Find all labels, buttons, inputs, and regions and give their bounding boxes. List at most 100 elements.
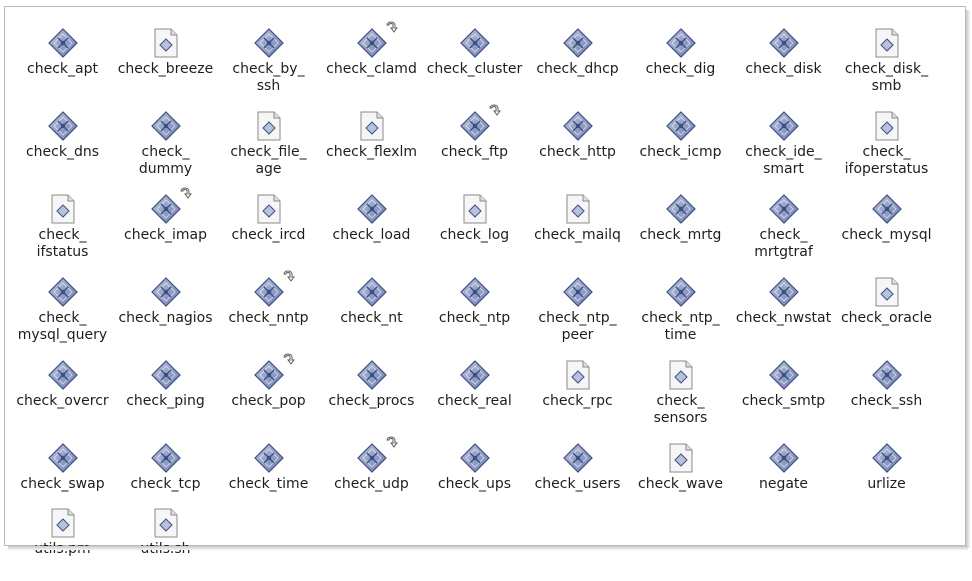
executable-file-icon xyxy=(47,276,79,308)
executable-file-icon xyxy=(562,27,594,59)
file-item-check-file-age[interactable]: check_file_ age xyxy=(217,104,320,184)
file-item-check-apt[interactable]: check_apt xyxy=(11,21,114,101)
file-item-check-disk-smb[interactable]: check_disk_ smb xyxy=(835,21,938,101)
file-item-check-nt[interactable]: check_nt xyxy=(320,270,423,350)
executable-file-icon xyxy=(459,442,491,474)
symlink-arrow-icon xyxy=(178,185,192,199)
file-name-label: check_oracle xyxy=(840,310,933,326)
executable-file-icon xyxy=(562,442,594,474)
executable-file-icon xyxy=(356,436,398,474)
file-name-label: check_ups xyxy=(437,476,512,492)
file-item-check-nntp[interactable]: check_nntp xyxy=(217,270,320,350)
file-name-label: check_ dummy xyxy=(138,144,193,177)
file-name-label: check_ ifstatus xyxy=(36,227,89,260)
file-name-label: check_ mrtgtraf xyxy=(754,227,813,260)
file-item-check-icmp[interactable]: check_icmp xyxy=(629,104,732,184)
executable-file-icon xyxy=(871,359,903,391)
file-item-check-breeze[interactable]: check_breeze xyxy=(114,21,217,101)
file-name-label: check_mysql xyxy=(841,227,932,243)
file-item-check-udp[interactable]: check_udp xyxy=(320,436,423,516)
file-item-check-mrtgtraf[interactable]: check_ mrtgtraf xyxy=(732,187,835,267)
text-file-icon xyxy=(562,193,594,225)
file-name-label: check_ircd xyxy=(231,227,306,243)
file-item-check-rpc[interactable]: check_rpc xyxy=(526,353,629,433)
text-file-icon xyxy=(665,359,697,391)
file-item-check-cluster[interactable]: check_cluster xyxy=(423,21,526,101)
file-name-label: check_time xyxy=(228,476,309,492)
file-item-check-ftp[interactable]: check_ftp xyxy=(423,104,526,184)
file-item-check-real[interactable]: check_real xyxy=(423,353,526,433)
file-name-label: check_ntp_ peer xyxy=(538,310,617,343)
file-item-check-ide-smart[interactable]: check_ide_ smart xyxy=(732,104,835,184)
executable-file-icon xyxy=(356,193,388,225)
file-item-check-wave[interactable]: check_wave xyxy=(629,436,732,516)
file-item-utils-pm[interactable]: utils.pm xyxy=(11,501,114,581)
executable-file-icon xyxy=(356,359,388,391)
file-item-check-procs[interactable]: check_procs xyxy=(320,353,423,433)
file-name-label: check_nntp xyxy=(228,310,309,326)
file-item-check-nwstat[interactable]: check_nwstat xyxy=(732,270,835,350)
file-name-label: check_swap xyxy=(20,476,105,492)
file-item-check-mailq[interactable]: check_mailq xyxy=(526,187,629,267)
file-name-label: check_icmp xyxy=(639,144,722,160)
file-item-check-pop[interactable]: check_pop xyxy=(217,353,320,433)
file-item-check-nagios[interactable]: check_nagios xyxy=(114,270,217,350)
executable-file-icon xyxy=(665,27,697,59)
file-name-label: check_ntp_ time xyxy=(641,310,720,343)
file-item-check-overcr[interactable]: check_overcr xyxy=(11,353,114,433)
executable-file-icon xyxy=(459,27,491,59)
text-file-icon xyxy=(47,193,79,225)
file-name-label: check_mailq xyxy=(534,227,621,243)
file-name-label: check_by_ ssh xyxy=(232,61,305,94)
file-item-check-clamd[interactable]: check_clamd xyxy=(320,21,423,101)
file-item-check-ssh[interactable]: check_ssh xyxy=(835,353,938,433)
icon-grid: check_apt check_breeze check_by_ ssh check_… xyxy=(11,21,941,557)
symlink-arrow-icon xyxy=(281,268,295,282)
file-item-check-mysql-query[interactable]: check_ mysql_query xyxy=(11,270,114,350)
text-file-icon xyxy=(253,110,285,142)
file-item-check-users[interactable]: check_users xyxy=(526,436,629,516)
file-item-check-load[interactable]: check_load xyxy=(320,187,423,267)
file-item-check-ifoperstatus[interactable]: check_ ifoperstatus xyxy=(835,104,938,184)
file-item-check-imap[interactable]: check_imap xyxy=(114,187,217,267)
file-item-check-ircd[interactable]: check_ircd xyxy=(217,187,320,267)
file-item-check-ifstatus[interactable]: check_ ifstatus xyxy=(11,187,114,267)
file-item-check-time[interactable]: check_time xyxy=(217,436,320,516)
file-item-check-disk[interactable]: check_disk xyxy=(732,21,835,101)
file-item-check-mrtg[interactable]: check_mrtg xyxy=(629,187,732,267)
file-item-check-ntp-peer[interactable]: check_ntp_ peer xyxy=(526,270,629,350)
file-item-urlize[interactable]: urlize xyxy=(835,436,938,516)
file-item-check-by-ssh[interactable]: check_by_ ssh xyxy=(217,21,320,101)
executable-file-icon xyxy=(665,276,697,308)
file-item-check-mysql[interactable]: check_mysql xyxy=(835,187,938,267)
file-name-label: check_dhcp xyxy=(536,61,619,77)
executable-file-icon xyxy=(768,110,800,142)
text-file-icon xyxy=(665,442,697,474)
file-item-check-ntp[interactable]: check_ntp xyxy=(423,270,526,350)
file-item-check-dns[interactable]: check_dns xyxy=(11,104,114,184)
file-item-check-dhcp[interactable]: check_dhcp xyxy=(526,21,629,101)
file-item-check-http[interactable]: check_http xyxy=(526,104,629,184)
file-item-check-oracle[interactable]: check_oracle xyxy=(835,270,938,350)
file-item-check-ping[interactable]: check_ping xyxy=(114,353,217,433)
file-item-check-sensors[interactable]: check_ sensors xyxy=(629,353,732,433)
file-item-check-dummy[interactable]: check_ dummy xyxy=(114,104,217,184)
file-item-check-smtp[interactable]: check_smtp xyxy=(732,353,835,433)
file-item-check-ntp-time[interactable]: check_ntp_ time xyxy=(629,270,732,350)
file-item-check-ups[interactable]: check_ups xyxy=(423,436,526,516)
executable-file-icon xyxy=(356,21,398,59)
file-name-label: check_ ifoperstatus xyxy=(844,144,929,177)
file-name-label: check_clamd xyxy=(326,61,417,77)
file-item-negate[interactable]: negate xyxy=(732,436,835,516)
file-item-check-dig[interactable]: check_dig xyxy=(629,21,732,101)
file-name-label: check_ntp xyxy=(438,310,511,326)
file-name-label: check_load xyxy=(332,227,411,243)
file-name-label: check_mrtg xyxy=(639,227,722,243)
file-name-label: check_tcp xyxy=(130,476,201,492)
file-item-check-log[interactable]: check_log xyxy=(423,187,526,267)
file-item-utils-sh[interactable]: utils.sh xyxy=(114,501,217,581)
executable-file-icon xyxy=(253,270,295,308)
file-name-label: check_flexlm xyxy=(326,144,417,160)
file-item-check-flexlm[interactable]: check_flexlm xyxy=(320,104,423,184)
executable-file-icon xyxy=(253,353,295,391)
